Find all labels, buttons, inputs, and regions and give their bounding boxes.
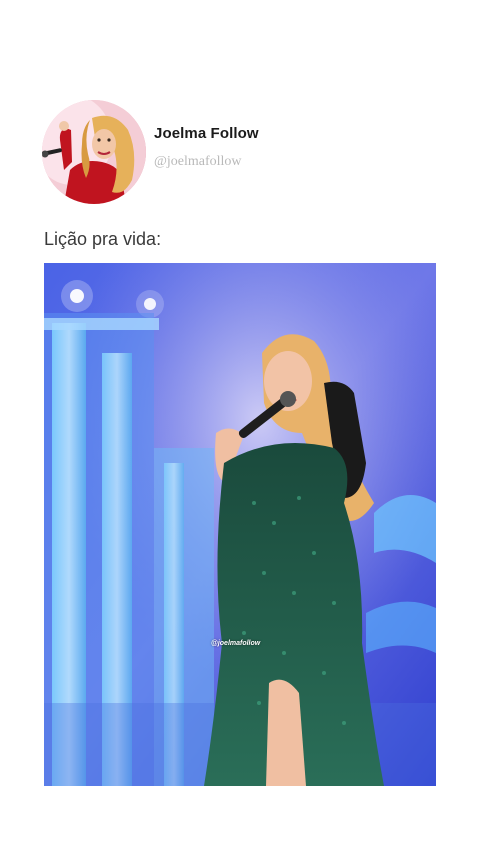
author-handle[interactable]: @joelmafollow bbox=[154, 154, 259, 170]
post-media[interactable]: @joelmafollow bbox=[44, 263, 436, 786]
tweet-card: Joelma Follow @joelmafollow Lição pra vi… bbox=[0, 0, 480, 854]
author-names: Joelma Follow @joelmafollow bbox=[154, 125, 259, 170]
post-caption: Lição pra vida: bbox=[44, 229, 162, 249]
avatar[interactable] bbox=[42, 100, 146, 204]
author-display-name[interactable]: Joelma Follow bbox=[154, 125, 259, 142]
post-header: Joelma Follow @joelmafollow bbox=[42, 100, 259, 204]
performance-photo bbox=[44, 263, 436, 786]
avatar-image bbox=[42, 100, 146, 204]
media-watermark: @joelmafollow bbox=[211, 640, 261, 647]
